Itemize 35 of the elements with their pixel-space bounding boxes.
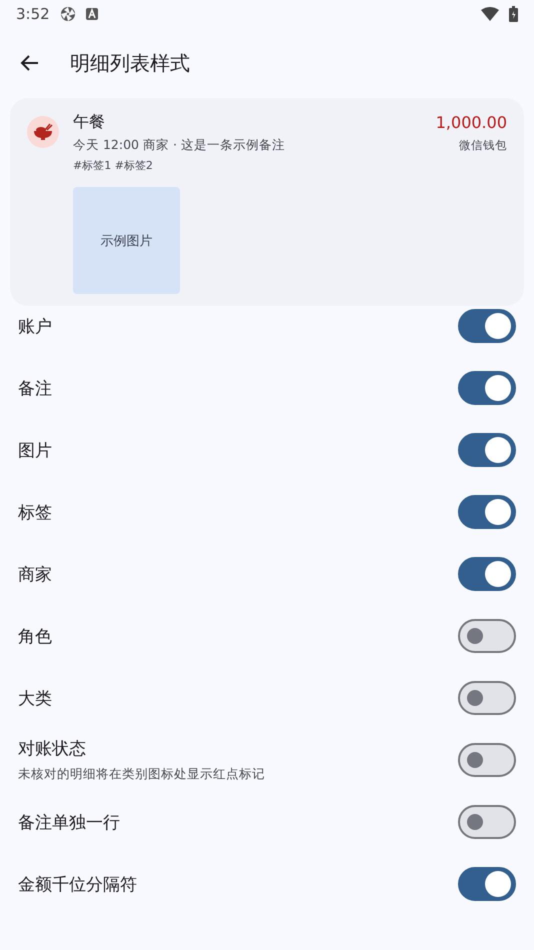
setting-label: 对账状态 [18, 738, 87, 760]
toggle-switch[interactable] [458, 867, 516, 901]
setting-label: 备注单独一行 [18, 812, 121, 834]
entry-amount: 1,000.00 [436, 113, 507, 132]
aperture-icon [60, 6, 76, 22]
toggle-switch[interactable] [458, 805, 516, 839]
wifi-icon [481, 7, 499, 21]
setting-label: 备注 [18, 378, 53, 400]
setting-label: 账户 [18, 316, 53, 338]
toggle-switch[interactable] [458, 433, 516, 467]
toggle-switch[interactable] [458, 371, 516, 405]
back-arrow-icon [20, 53, 40, 73]
page-title: 明细列表样式 [70, 50, 190, 76]
status-time: 3:52 [16, 5, 50, 23]
setting-label: 角色 [18, 626, 53, 648]
entry-account: 微信钱包 [459, 138, 507, 153]
setting-label: 金额千位分隔符 [18, 874, 138, 896]
rice-bowl-icon [27, 116, 59, 148]
setting-label: 标签 [18, 502, 53, 524]
entry-subtitle: 今天 12:00 商家 · 这是一条示例备注 [73, 137, 285, 154]
setting-label: 图片 [18, 440, 53, 462]
toggle-switch[interactable] [458, 681, 516, 715]
toggle-switch[interactable] [458, 495, 516, 529]
toggle-switch[interactable] [458, 619, 516, 653]
toggle-switch[interactable] [458, 743, 516, 777]
entry-tags: #标签1 #标签2 [73, 158, 153, 173]
battery-icon [509, 6, 518, 22]
setting-label: 商家 [18, 564, 53, 586]
toggle-switch[interactable] [458, 309, 516, 343]
setting-label: 大类 [18, 688, 53, 710]
image-caption: 示例图片 [100, 232, 152, 250]
setting-description: 未核对的明细将在类别图标处显示红点标记 [18, 766, 266, 783]
toggle-switch[interactable] [458, 557, 516, 591]
entry-title: 午餐 [73, 112, 105, 133]
keyboard-a-icon [86, 8, 98, 20]
